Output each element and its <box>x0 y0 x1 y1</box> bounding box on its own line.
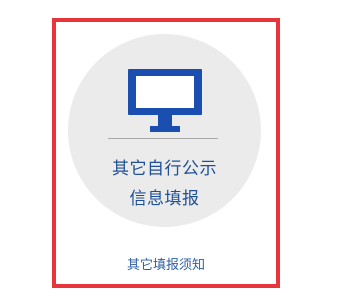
card-title-line-1: 其它自行公示 <box>112 159 217 179</box>
monitor-icon <box>128 69 202 132</box>
fill-notice-link[interactable]: 其它填报须知 <box>56 257 276 275</box>
card-divider <box>108 138 218 139</box>
highlight-frame: 其它自行公示 信息填报 其它填报须知 <box>52 18 280 288</box>
card-title-line-2: 信息填报 <box>129 189 200 209</box>
fill-report-card[interactable]: 其它自行公示 信息填报 <box>68 34 261 227</box>
